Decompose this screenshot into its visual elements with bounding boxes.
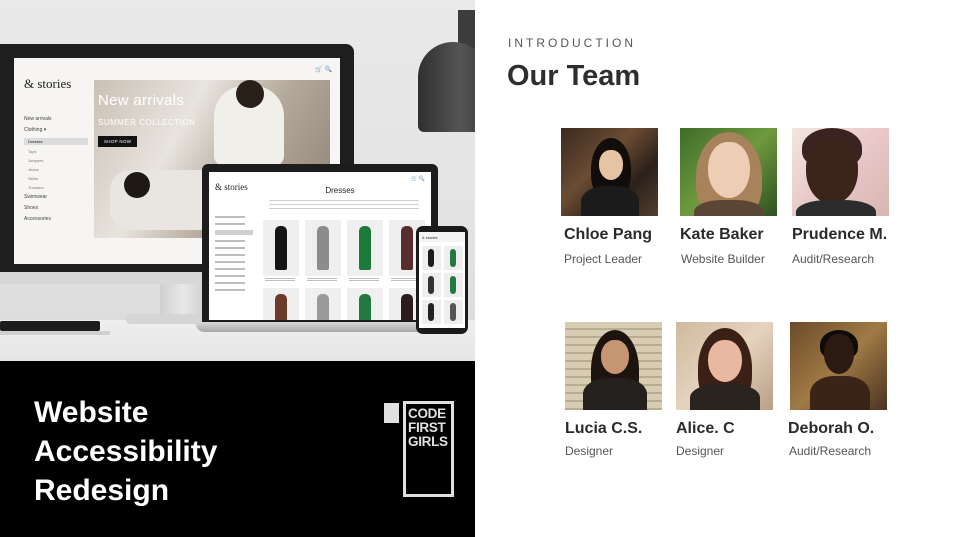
nav-item: New arrivals	[24, 116, 52, 122]
project-title: Website Accessibility Redesign	[34, 393, 334, 510]
product-card	[305, 288, 341, 320]
product-card	[422, 273, 441, 297]
device-mockup-photo: & stories 🛒 🔍 New arrivals Clothing ▾ Dr…	[0, 0, 475, 361]
product-card	[305, 220, 341, 282]
banner-title: New arrivals	[98, 92, 185, 109]
laptop: & stories 🛒 🔍 Dresses	[202, 164, 438, 324]
laptop-sidebar-nav	[215, 216, 259, 296]
logo-line: CODE	[408, 406, 446, 421]
nav-item: Jeans	[28, 167, 39, 172]
section-heading: Our Team	[507, 60, 641, 92]
shop-now-button: SHOP NOW	[98, 136, 138, 147]
product-card	[263, 288, 299, 320]
team-photo-lucia	[565, 322, 662, 410]
member-role: Project Leader	[564, 252, 643, 266]
team-photo-alice	[676, 322, 773, 410]
team-photo-prudence	[792, 128, 889, 216]
member-name: Alice. C	[676, 420, 735, 437]
project-title-line: Accessibility	[34, 435, 218, 468]
cart-search-icons: 🛒 🔍	[411, 176, 425, 182]
logo-line: FIRST	[408, 420, 446, 435]
desktop-sidebar-nav: New arrivals Clothing ▾ Dresses Tops Jum…	[24, 116, 88, 227]
laptop-base	[196, 322, 448, 332]
member-role: Website Builder	[681, 252, 765, 266]
product-grid	[263, 220, 425, 320]
member-role: Designer	[565, 444, 614, 458]
nav-item: Skirts	[28, 176, 38, 181]
keyboard	[0, 321, 100, 331]
product-card	[422, 300, 441, 324]
nav-item: Clothing ▾	[24, 127, 47, 133]
laptop-screen: & stories 🛒 🔍 Dresses	[209, 172, 431, 320]
member-name: Deborah O.	[788, 420, 875, 437]
member-role: Designer	[676, 444, 725, 458]
banner-model-head	[124, 172, 150, 198]
nav-item: Trousers	[28, 185, 44, 190]
phone-product-grid	[422, 246, 463, 324]
code-first-girls-logo: CODE FIRST GIRLS	[408, 407, 450, 449]
keyboard-tray	[0, 331, 110, 335]
member-name: Lucia C.S.	[565, 420, 643, 437]
member-name: Chloe Pang	[564, 226, 653, 243]
banner-model-head	[236, 80, 264, 108]
product-card	[347, 220, 383, 282]
monitor-stand	[160, 284, 206, 316]
section-kicker: INTRODUCTION	[508, 36, 636, 50]
smartphone: & stories	[416, 226, 468, 334]
product-card	[263, 220, 299, 282]
product-card	[444, 273, 463, 297]
product-card	[444, 300, 463, 324]
nav-item: Accessories	[24, 216, 51, 222]
nav-item: Shoes	[24, 205, 39, 211]
product-card	[422, 246, 441, 270]
product-card	[444, 246, 463, 270]
desktop-brand-logo: & stories	[24, 76, 72, 91]
phone-brand-logo: & stories	[419, 232, 465, 242]
nav-item: Swimwear	[24, 194, 48, 200]
member-name: Kate Baker	[680, 226, 764, 243]
phone-screen: & stories	[419, 232, 465, 328]
member-role: Audit/Research	[789, 444, 872, 458]
banner-subtitle: SUMMER COLLECTION	[98, 118, 196, 127]
member-role: Audit/Research	[792, 252, 875, 266]
intro-text-lines	[269, 200, 419, 210]
nav-item: Jumpers	[28, 158, 44, 163]
logo-line: GIRLS	[408, 434, 448, 449]
nav-item-active: Dresses	[24, 138, 88, 145]
member-name: Prudence M.	[792, 226, 888, 243]
project-title-line: Redesign	[34, 474, 170, 507]
cfg-logo-corner	[384, 403, 399, 423]
project-title-line: Website	[34, 396, 149, 429]
laptop-page-title: Dresses	[325, 186, 355, 195]
product-card	[347, 288, 383, 320]
cart-search-icons: 🛒 🔍	[315, 67, 332, 73]
desk-lamp	[418, 42, 475, 132]
team-photo-kate	[680, 128, 777, 216]
team-photo-deborah	[790, 322, 887, 410]
nav-item: Tops	[28, 149, 37, 154]
team-photo-chloe	[561, 128, 658, 216]
